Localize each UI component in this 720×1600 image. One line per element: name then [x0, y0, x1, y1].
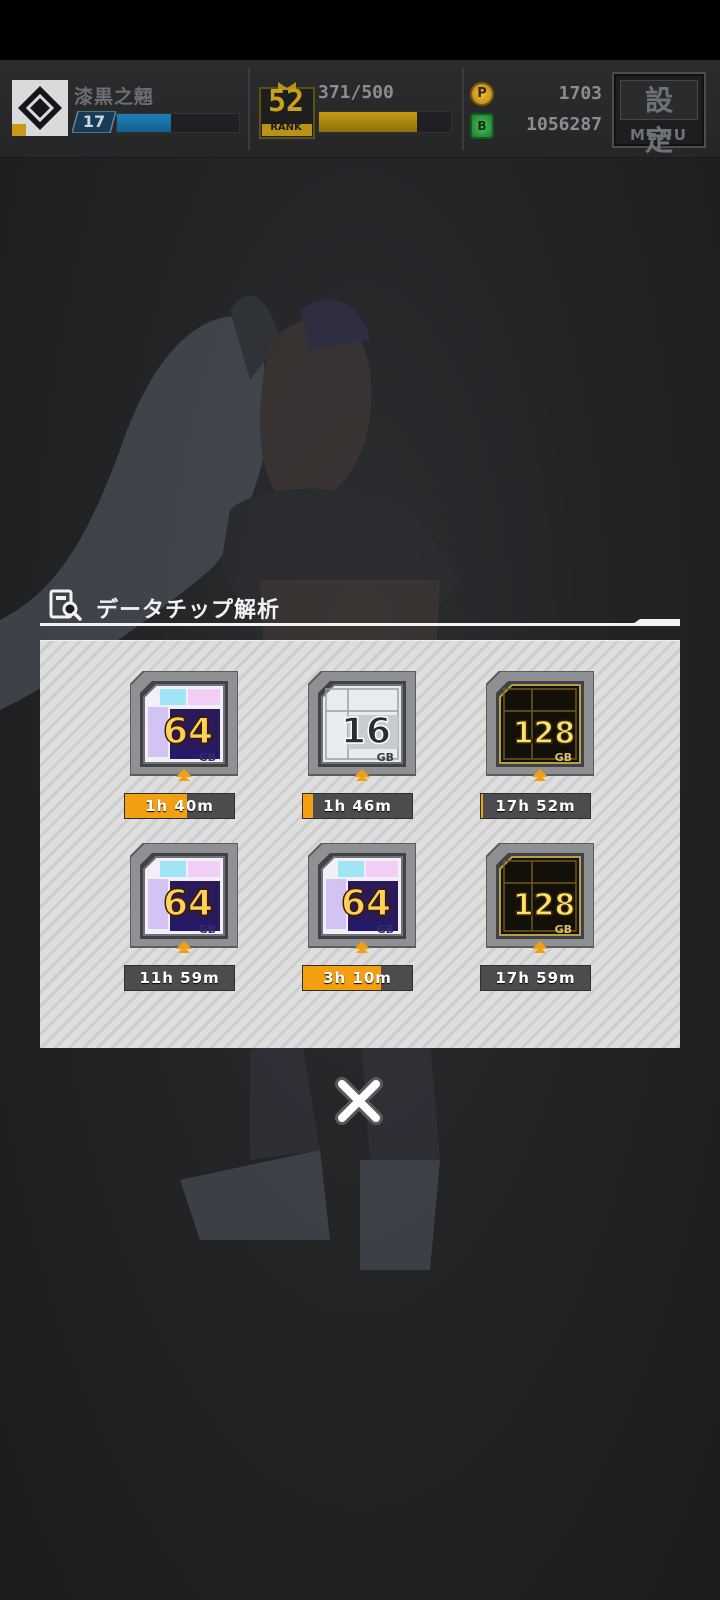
chip-unit: GB [377, 751, 394, 764]
menu-label: MENU [630, 126, 688, 144]
chip-timer-bar: 3h 10m [302, 965, 413, 991]
money-icon: B [470, 113, 494, 139]
chip-timer-bar: 17h 52m [480, 793, 591, 819]
data-chip-icon: 64GB [130, 843, 238, 953]
data-chip-slot[interactable]: 64 GB 3h 10m [302, 843, 422, 999]
data-chip-icon: 64GB [308, 843, 416, 953]
chip-timer-text: 11h 59m [139, 969, 220, 987]
rank-number: 52 [267, 84, 305, 119]
hud-divider [248, 68, 250, 150]
chip-timer-text: 17h 59m [495, 969, 576, 987]
stamina-bar [318, 111, 452, 133]
diamond-emblem-icon [12, 80, 68, 136]
menu-kanji-label: 設定 [620, 80, 698, 157]
money-count: 1056287 [526, 114, 602, 135]
player-name: 漆黒之翹 [74, 86, 155, 108]
data-chip-icon: 64GB [130, 671, 238, 781]
data-chip-slot[interactable]: 128 GB 17h 59m [480, 843, 600, 999]
chip-timer-bar: 17h 59m [480, 965, 591, 991]
data-chip-icon: 128GB [486, 671, 594, 781]
status-bar [0, 0, 720, 60]
chip-capacity: 128 [513, 716, 576, 751]
chip-capacity: 64 [163, 711, 213, 752]
coin-icon: P [470, 82, 494, 106]
chip-timer-text: 1h 40m [145, 797, 214, 815]
chip-unit: GB [199, 751, 216, 764]
rank-label: RANK [270, 122, 302, 133]
chip-timer-text: 3h 10m [323, 969, 392, 987]
hud-divider [462, 68, 464, 150]
top-hud: 漆黒之翹 17 52 RANK 371/500 P 1703 B 1056287… [0, 60, 720, 158]
coin-count: 1703 [558, 83, 602, 104]
menu-button[interactable]: 設定 MENU [612, 72, 706, 157]
chip-capacity: 128 [513, 888, 576, 923]
xp-bar-fill [117, 114, 171, 132]
player-level: 17 [82, 112, 106, 131]
data-chip-slot[interactable]: 128 GB 17h 52m [480, 671, 600, 827]
data-chip-slot[interactable]: 16 GB 1h 46m [302, 671, 422, 827]
data-chip-icon: 16GB [308, 671, 416, 781]
stamina-bar-fill [319, 112, 417, 132]
xp-bar [116, 113, 240, 133]
chip-unit: GB [377, 923, 394, 936]
close-x-icon[interactable] [330, 1072, 388, 1130]
chip-timer-text: 17h 52m [495, 797, 576, 815]
chip-capacity: 64 [341, 883, 391, 924]
chip-timer-bar: 1h 46m [302, 793, 413, 819]
title-underline [40, 619, 680, 626]
data-chip-panel: 64 GB 1h 40m 16 GB 1h 46m 128 GB 17h 52m 64 GB 11h … [40, 640, 680, 1048]
data-scan-icon [49, 589, 82, 621]
data-chip-icon: 128GB [486, 843, 594, 953]
chip-unit: GB [555, 751, 572, 764]
data-chip-slot[interactable]: 64 GB 11h 59m [124, 843, 244, 999]
data-chip-slot[interactable]: 64 GB 1h 40m [124, 671, 244, 827]
chip-unit: GB [555, 923, 572, 936]
chip-timer-bar: 11h 59m [124, 965, 235, 991]
chip-capacity: 64 [163, 883, 213, 924]
chip-capacity: 16 [341, 711, 391, 752]
chip-unit: GB [199, 923, 216, 936]
chip-timer-text: 1h 46m [323, 797, 392, 815]
chip-timer-bar: 1h 40m [124, 793, 235, 819]
stamina-text: 371/500 [318, 82, 394, 103]
